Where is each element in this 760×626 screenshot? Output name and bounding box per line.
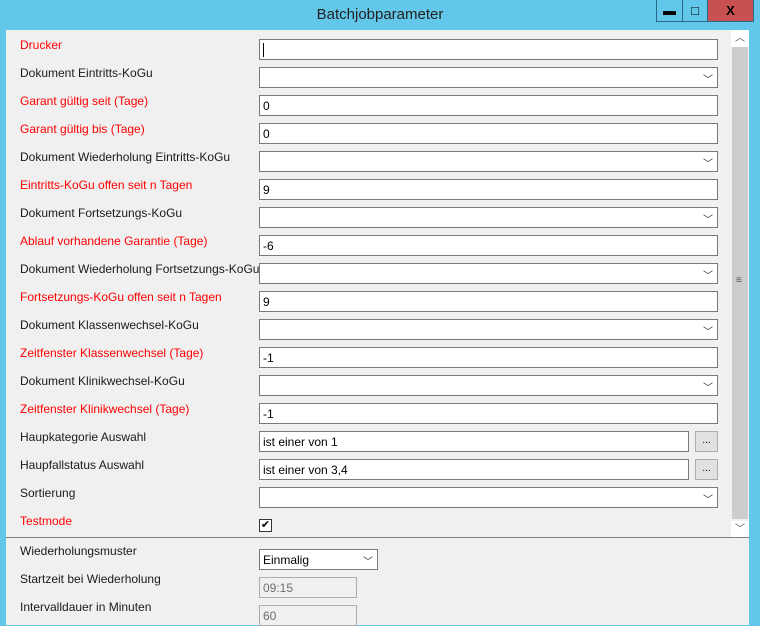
param-input[interactable]: -1 <box>259 403 718 424</box>
chevron-down-icon: ﹀ <box>363 557 373 568</box>
chevron-down-icon: ﹀ <box>703 159 713 170</box>
dialog-content: ︿ ≡ ﹀ Drucker Dokument Eintritts-KoGu ﹀ Gar… <box>6 30 749 626</box>
param-input[interactable]: 0 <box>259 95 718 116</box>
param-input[interactable]: 9 <box>259 179 718 200</box>
param-label: Drucker <box>20 38 63 52</box>
chevron-down-icon: ﹀ <box>703 75 713 86</box>
param-label: Dokument Wiederholung Fortsetzungs-KoGu <box>20 262 260 276</box>
param-row: Zeitfenster Klassenwechsel (Tage) -1 <box>6 342 731 370</box>
param-picker-field[interactable]: ist einer von 3,4 <box>259 459 689 480</box>
param-label: Dokument Klassenwechsel-KoGu <box>20 318 199 332</box>
param-row: Ablauf vorhandene Garantie (Tage) -6 <box>6 230 731 258</box>
param-label: Zeitfenster Klassenwechsel (Tage) <box>20 346 204 360</box>
param-select[interactable]: ﹀ <box>259 487 718 508</box>
grip-icon: ≡ <box>736 275 742 286</box>
scroll-up-icon[interactable]: ︿ <box>731 30 749 47</box>
chevron-down-icon: ﹀ <box>703 383 713 394</box>
param-value: 9 <box>263 183 270 197</box>
param-value: -1 <box>263 407 274 421</box>
param-row: Haupkategorie Auswahl ist einer von 1... <box>6 426 731 454</box>
param-value: 0 <box>263 127 270 141</box>
param-select[interactable]: ﹀ <box>259 67 718 88</box>
param-input[interactable]: 9 <box>259 291 718 312</box>
param-label: Dokument Eintritts-KoGu <box>20 66 153 80</box>
param-label: Haupfallstatus Auswahl <box>20 458 145 472</box>
chevron-down-icon: ﹀ <box>703 215 713 226</box>
pattern-select[interactable]: Einmalig ﹀ <box>259 549 378 570</box>
param-select[interactable]: ﹀ <box>259 207 718 228</box>
param-value: -6 <box>263 239 274 253</box>
interval-field[interactable]: 60 <box>259 605 357 626</box>
chevron-down-icon: ﹀ <box>703 495 713 506</box>
param-input[interactable] <box>259 39 718 60</box>
title-bar: Batchjobparameter ▬ □ X <box>0 0 760 30</box>
param-row: Dokument Eintritts-KoGu ﹀ <box>6 62 731 90</box>
param-row: Drucker <box>6 34 731 62</box>
param-input[interactable]: 0 <box>259 123 718 144</box>
param-value: ist einer von 1 <box>263 435 338 449</box>
param-row: Dokument Klassenwechsel-KoGu ﹀ <box>6 314 731 342</box>
browse-button[interactable]: ... <box>695 459 718 480</box>
param-label: Fortsetzungs-KoGu offen seit n Tagen <box>20 290 222 304</box>
param-value: 0 <box>263 99 270 113</box>
param-label: Dokument Fortsetzungs-KoGu <box>20 206 183 220</box>
minimize-button[interactable]: ▬ <box>657 0 682 21</box>
param-label: Zeitfenster Klinikwechsel (Tage) <box>20 402 190 416</box>
param-label: Sortierung <box>20 486 76 500</box>
param-select[interactable]: ﹀ <box>259 151 718 172</box>
window-title: Batchjobparameter <box>316 6 444 23</box>
param-value: -1 <box>263 351 274 365</box>
param-row: Zeitfenster Klinikwechsel (Tage) -1 <box>6 398 731 426</box>
param-input[interactable]: -1 <box>259 347 718 368</box>
maximize-button[interactable]: □ <box>682 0 707 21</box>
param-select[interactable]: ﹀ <box>259 263 718 284</box>
param-row: Dokument Wiederholung Fortsetzungs-KoGu ﹀ <box>6 258 731 286</box>
chevron-down-icon: ﹀ <box>703 271 713 282</box>
param-label: Garant gültig seit (Tage) <box>20 94 149 108</box>
param-label: Eintritts-KoGu offen seit n Tagen <box>20 178 193 192</box>
param-input[interactable]: -6 <box>259 235 718 256</box>
param-label: Haupkategorie Auswahl <box>20 430 147 444</box>
param-row: Garant gültig bis (Tage) 0 <box>6 118 731 146</box>
pattern-value: Einmalig <box>263 553 310 567</box>
param-row: Testmode ✔ <box>6 510 731 537</box>
param-picker-field[interactable]: ist einer von 1 <box>259 431 689 452</box>
param-label: Dokument Wiederholung Eintritts-KoGu <box>20 150 231 164</box>
param-label: Ablauf vorhandene Garantie (Tage) <box>20 234 208 248</box>
testmode-checkbox[interactable]: ✔ <box>259 519 272 532</box>
param-row: Fortsetzungs-KoGu offen seit n Tagen 9 <box>6 286 731 314</box>
start-time-field[interactable]: 09:15 <box>259 577 357 598</box>
param-select[interactable]: ﹀ <box>259 375 718 396</box>
param-label: Garant gültig bis (Tage) <box>20 122 145 136</box>
param-label: Dokument Klinikwechsel-KoGu <box>20 374 185 388</box>
parameter-list: ︿ ≡ ﹀ Drucker Dokument Eintritts-KoGu ﹀ Gar… <box>6 30 749 538</box>
param-value: ist einer von 3,4 <box>263 463 348 477</box>
param-label: Testmode <box>20 514 73 528</box>
chevron-down-icon: ﹀ <box>703 327 713 338</box>
interval-label: Intervalldauer in Minuten <box>20 600 152 614</box>
start-label: Startzeit bei Wiederholung <box>20 572 161 586</box>
text-cursor <box>263 43 264 57</box>
vertical-scrollbar[interactable]: ︿ ≡ ﹀ <box>731 30 749 537</box>
param-row: Garant gültig seit (Tage) 0 <box>6 90 731 118</box>
browse-button[interactable]: ... <box>695 431 718 452</box>
scroll-down-icon[interactable]: ﹀ <box>731 521 749 537</box>
param-select[interactable]: ﹀ <box>259 319 718 340</box>
pattern-label: Wiederholungsmuster <box>20 544 137 558</box>
param-row: Dokument Fortsetzungs-KoGu ﹀ <box>6 202 731 230</box>
scroll-thumb[interactable]: ≡ <box>732 47 748 519</box>
param-value: 9 <box>263 295 270 309</box>
param-row: Dokument Wiederholung Eintritts-KoGu ﹀ <box>6 146 731 174</box>
close-button[interactable]: X <box>707 0 753 21</box>
param-row: Dokument Klinikwechsel-KoGu ﹀ <box>6 370 731 398</box>
param-row: Eintritts-KoGu offen seit n Tagen 9 <box>6 174 731 202</box>
param-row: Sortierung ﹀ <box>6 482 731 510</box>
param-row: Haupfallstatus Auswahl ist einer von 3,4.… <box>6 454 731 482</box>
